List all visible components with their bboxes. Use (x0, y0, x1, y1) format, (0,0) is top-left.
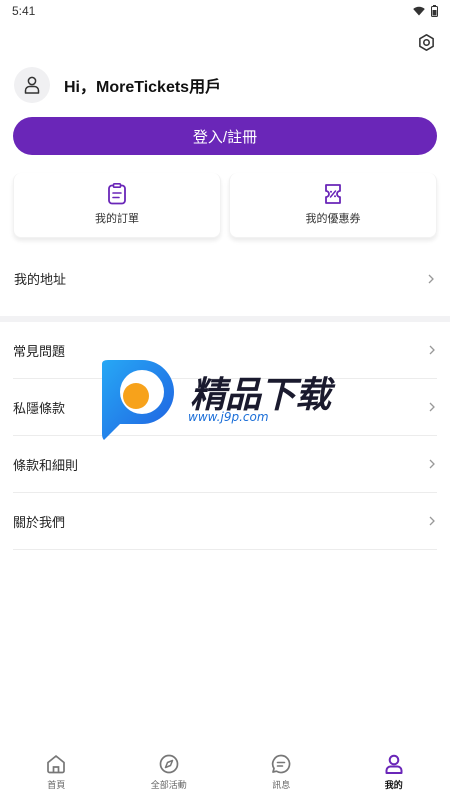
clipboard-icon (108, 183, 126, 205)
login-register-button[interactable]: 登入/註冊 (13, 117, 437, 155)
list-item-faq[interactable]: 常見問題 (13, 322, 437, 379)
compass-icon (159, 754, 179, 774)
chevron-right-icon (429, 402, 435, 412)
list-item-my-address[interactable]: 我的地址 (0, 250, 450, 307)
wifi-icon (413, 6, 425, 16)
status-icons (413, 5, 438, 17)
gear-icon (418, 33, 434, 51)
list-item-about[interactable]: 關於我們 (13, 493, 437, 550)
list-item-label: 常見問題 (13, 343, 66, 359)
message-icon (272, 754, 291, 774)
tab-label: 訊息 (272, 780, 291, 790)
profile-row: Hi，MoreTickets用戶 (0, 64, 450, 106)
list-item-label: 關於我們 (13, 514, 66, 530)
user-icon (385, 754, 403, 774)
list-item-label: 我的地址 (14, 272, 67, 287)
list-item-terms[interactable]: 條款和細則 (13, 436, 437, 493)
quick-cards: 我的訂單 我的優惠券 (0, 173, 450, 238)
chevron-right-icon (428, 274, 434, 283)
chevron-right-icon (429, 345, 435, 355)
chevron-right-icon (429, 459, 435, 469)
tab-messages[interactable]: 訊息 (225, 742, 338, 800)
card-label: 我的優惠券 (305, 213, 361, 225)
tab-label: 全部活動 (150, 780, 187, 790)
tab-label: 我的 (384, 780, 403, 790)
settings-button[interactable] (416, 32, 436, 52)
user-icon (24, 76, 40, 94)
home-icon (47, 755, 66, 774)
coupon-icon (325, 184, 341, 204)
list-item-privacy[interactable]: 私隱條款 (13, 379, 437, 436)
my-coupons-card[interactable]: 我的優惠券 (229, 173, 437, 238)
address-section: 我的地址 (0, 250, 450, 307)
list-item-label: 私隱條款 (13, 400, 66, 416)
tab-all-events[interactable]: 全部活動 (113, 742, 226, 800)
card-label: 我的訂單 (95, 213, 139, 225)
avatar[interactable] (14, 67, 50, 103)
tab-mine[interactable]: 我的 (338, 742, 450, 800)
top-actions (0, 22, 450, 64)
tab-label: 首頁 (47, 780, 66, 790)
menu-list: 常見問題 私隱條款 條款和細則 關於我們 (0, 322, 450, 550)
status-time: 5:41 (12, 4, 36, 18)
tab-home[interactable]: 首頁 (0, 742, 113, 800)
my-orders-card[interactable]: 我的訂單 (13, 173, 221, 238)
list-item-label: 條款和細則 (13, 457, 79, 473)
bottom-tab-bar: 首頁 全部活動 訊息 我的 (0, 742, 450, 800)
chevron-right-icon (429, 516, 435, 526)
greeting-text: Hi，MoreTickets用戶 (64, 79, 222, 96)
battery-icon (431, 5, 438, 17)
status-bar: 5:41 (0, 0, 450, 22)
